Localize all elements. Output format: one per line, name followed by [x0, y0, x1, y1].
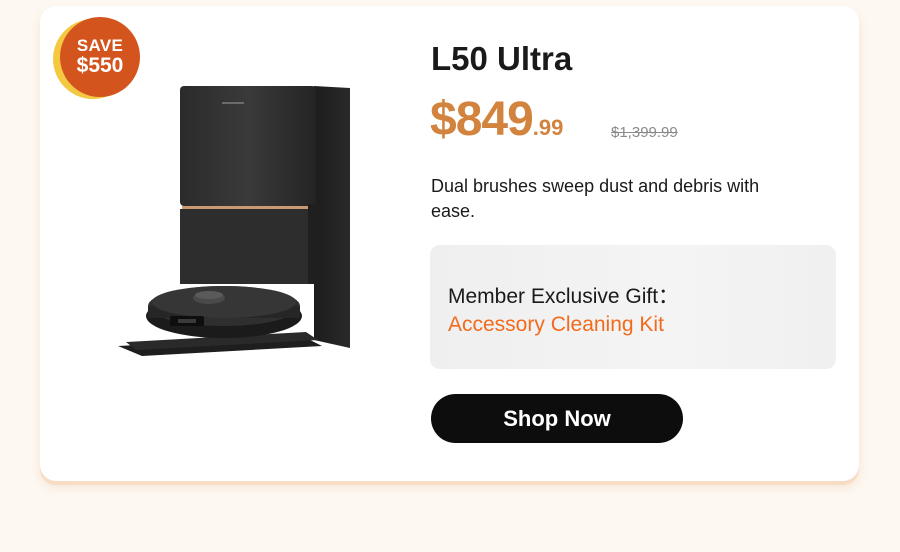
product-image[interactable]: [112, 80, 358, 360]
shop-now-button[interactable]: Shop Now: [431, 394, 683, 443]
robot-vacuum-station-illustration: [118, 86, 350, 356]
sale-price: $849.99: [430, 92, 563, 147]
gift-label: Member Exclusive Gift：: [448, 285, 680, 308]
gift-item: Accessory Cleaning Kit: [448, 313, 664, 336]
original-price: $1,399.99: [611, 124, 678, 141]
product-description: Dual brushes sweep dust and debris with …: [431, 176, 760, 221]
member-gift-panel: Member Exclusive Gift： Accessory Cleanin…: [430, 245, 836, 369]
badge-save-text: SAVE: [76, 36, 124, 56]
product-title: L50 Ultra: [431, 40, 573, 77]
price-dollars: $849: [430, 93, 534, 146]
badge-amount: $550: [76, 53, 124, 77]
price-cents: .99: [532, 115, 564, 140]
